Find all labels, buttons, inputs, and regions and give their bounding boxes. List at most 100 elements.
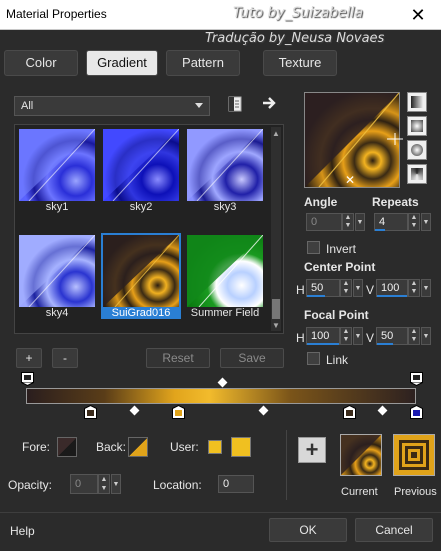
scroll-down-icon[interactable]: ▼ xyxy=(272,321,280,330)
gradient-label: sky1 xyxy=(45,201,69,213)
gradient-list-scrollbar[interactable]: ▲ ▼ xyxy=(271,127,281,331)
angle-input[interactable]: 0 xyxy=(306,213,342,231)
focal-v-dropdown-icon[interactable]: ▼ xyxy=(421,327,431,345)
center-crosshair-icon[interactable] xyxy=(387,133,403,145)
category-value: All xyxy=(21,100,34,112)
gradient-label: SuiGrad016 xyxy=(101,307,181,319)
fore-label: Fore: xyxy=(22,440,51,454)
link-label: Link xyxy=(326,353,349,367)
tab-gradient[interactable]: Gradient xyxy=(86,50,158,76)
user-color-swatch[interactable] xyxy=(231,437,251,457)
center-h-spinner[interactable]: ▲ ▼ xyxy=(340,279,352,297)
user-label: User: xyxy=(170,440,199,454)
radial-style-button[interactable] xyxy=(407,164,427,184)
gradient-label: sky3 xyxy=(213,201,237,213)
gradient-preview xyxy=(19,234,96,308)
focal-h-spinner[interactable]: ▲ ▼ xyxy=(340,327,352,345)
transparency-stop-right[interactable] xyxy=(410,372,423,387)
ok-button[interactable]: OK xyxy=(269,518,347,542)
cancel-button[interactable]: Cancel xyxy=(355,518,433,542)
color-midpoint[interactable] xyxy=(258,405,269,416)
gradient-preview xyxy=(19,128,96,202)
color-stop[interactable] xyxy=(410,404,423,419)
rectangular-style-button[interactable] xyxy=(407,116,427,136)
invert-checkbox[interactable] xyxy=(307,241,320,254)
angle-spinner[interactable]: ▲ ▼ xyxy=(342,213,354,231)
gradient-label: Summer Field xyxy=(190,307,260,319)
scroll-up-icon[interactable]: ▲ xyxy=(272,129,280,138)
center-v-dropdown-icon[interactable]: ▼ xyxy=(421,279,431,297)
gradient-bar[interactable] xyxy=(26,388,416,404)
browse-file-icon[interactable] xyxy=(228,96,242,112)
gradient-label: sky4 xyxy=(45,307,69,319)
invert-label: Invert xyxy=(326,242,357,256)
previous-swatch[interactable] xyxy=(393,434,435,476)
gradient-item-sky3[interactable]: sky3 xyxy=(185,127,265,215)
focal-marker-icon[interactable]: ✕ xyxy=(345,174,355,186)
center-h-dropdown-icon[interactable]: ▼ xyxy=(353,279,363,297)
category-dropdown[interactable]: All xyxy=(14,96,210,116)
reset-button[interactable]: Reset xyxy=(146,348,210,368)
sunburst-style-button[interactable] xyxy=(407,140,427,160)
gradient-item-suigrad016[interactable]: SuiGrad016 xyxy=(101,233,181,321)
back-label: Back: xyxy=(96,440,127,454)
focal-v-slider-fill xyxy=(377,343,393,345)
repeats-slider-fill xyxy=(375,229,385,231)
gradient-list[interactable]: sky1 sky2 sky3 sky4 SuiGrad016 Summer Fi… xyxy=(14,124,284,334)
linear-style-button[interactable] xyxy=(407,92,427,112)
color-midpoint[interactable] xyxy=(129,405,140,416)
repeats-spinner[interactable]: ▲ ▼ xyxy=(408,213,420,231)
gradient-item-sky4[interactable]: sky4 xyxy=(17,233,97,321)
link-checkbox[interactable] xyxy=(307,352,320,365)
gradient-preview-large[interactable]: ✕ xyxy=(304,92,403,188)
color-midpoint[interactable] xyxy=(377,405,388,416)
transparency-stop-left[interactable] xyxy=(21,372,34,387)
opacity-dropdown-icon[interactable]: ▼ xyxy=(111,474,121,494)
add-gradient-button[interactable]: + xyxy=(16,348,42,368)
focal-h-slider-fill xyxy=(307,343,339,345)
current-label: Current xyxy=(341,486,378,498)
close-icon[interactable]: ✕ xyxy=(395,0,441,30)
arrow-right-icon[interactable] xyxy=(262,96,278,110)
focal-v-spinner[interactable]: ▲ ▼ xyxy=(408,327,420,345)
color-stop[interactable] xyxy=(84,404,97,419)
tab-color[interactable]: Color xyxy=(4,50,78,76)
add-to-swatches-button[interactable]: + xyxy=(298,437,326,463)
title-bar: Material Properties Tuto by_Suizabella ✕ xyxy=(0,0,441,30)
repeats-label: Repeats xyxy=(372,195,419,209)
watermark-line1: Tuto by_Suizabella xyxy=(233,5,364,21)
previous-label: Previous xyxy=(394,486,437,498)
fore-color-swatch[interactable] xyxy=(57,437,77,457)
tab-pattern[interactable]: Pattern xyxy=(166,50,240,76)
help-button[interactable]: Help xyxy=(10,524,35,538)
tab-texture[interactable]: Texture xyxy=(263,50,337,76)
remove-gradient-button[interactable]: - xyxy=(52,348,78,368)
gradient-item-sky1[interactable]: sky1 xyxy=(17,127,97,215)
center-v-spinner[interactable]: ▲ ▼ xyxy=(408,279,420,297)
gradient-item-summer-field[interactable]: Summer Field xyxy=(185,233,265,321)
focal-h-label: H xyxy=(296,331,305,345)
angle-dropdown-icon[interactable]: ▼ xyxy=(355,213,365,231)
repeats-dropdown-icon[interactable]: ▼ xyxy=(421,213,431,231)
center-v-label: V xyxy=(366,283,375,297)
window-title: Material Properties xyxy=(6,7,107,21)
user-color-swatch-small[interactable] xyxy=(208,440,222,454)
opacity-input[interactable]: 0 xyxy=(70,474,98,494)
location-label: Location: xyxy=(153,478,202,492)
transparency-midpoint[interactable] xyxy=(217,377,228,388)
gradient-preview xyxy=(101,233,181,309)
current-swatch[interactable] xyxy=(340,434,382,476)
gradient-label: sky2 xyxy=(129,201,153,213)
divider xyxy=(286,430,287,500)
location-input[interactable]: 0 xyxy=(218,475,254,493)
color-stop-selected[interactable] xyxy=(172,404,185,419)
focal-h-dropdown-icon[interactable]: ▼ xyxy=(353,327,363,345)
opacity-spinner[interactable]: ▲ ▼ xyxy=(98,474,110,494)
color-stop[interactable] xyxy=(343,404,356,419)
scrollbar-thumb[interactable] xyxy=(272,299,280,319)
save-button[interactable]: Save xyxy=(220,348,284,368)
center-h-slider-fill xyxy=(307,295,325,297)
back-color-swatch[interactable] xyxy=(128,437,148,457)
gradient-item-sky2[interactable]: sky2 xyxy=(101,127,181,215)
angle-label: Angle xyxy=(304,195,338,209)
